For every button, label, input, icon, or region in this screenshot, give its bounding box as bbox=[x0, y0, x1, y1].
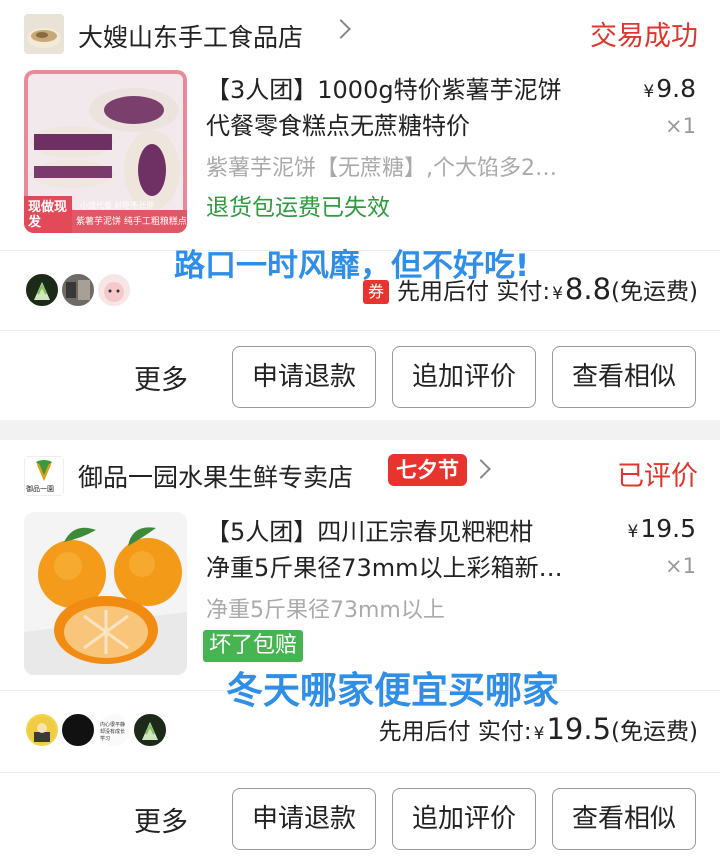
price-value: 9.8 bbox=[656, 74, 696, 103]
pay-suffix: (免运费) bbox=[611, 719, 698, 745]
pay-suffix: (免运费) bbox=[611, 279, 698, 305]
avatar bbox=[24, 712, 60, 748]
shop-header[interactable]: 大嫂山东手工食品店 交易成功 bbox=[0, 0, 720, 70]
product-quantity: ×1 bbox=[665, 114, 696, 138]
view-similar-button[interactable]: 查看相似 bbox=[552, 788, 696, 850]
refund-button[interactable]: 申请退款 bbox=[232, 346, 376, 408]
order-status: 已评价 bbox=[617, 461, 698, 492]
product-spec: 净重5斤果径73mm以上 bbox=[206, 598, 445, 623]
currency-symbol: ¥ bbox=[643, 82, 655, 102]
divider bbox=[0, 330, 720, 331]
shop-avatar[interactable]: 御品一園 bbox=[24, 456, 64, 496]
chevron-right-icon[interactable] bbox=[331, 19, 351, 39]
currency-symbol: ¥ bbox=[533, 724, 545, 744]
product-title-line1: 【3人团】1000g特价紫薯芋泥饼 bbox=[206, 76, 562, 104]
more-button[interactable]: 更多 bbox=[134, 358, 188, 397]
order-card: 御品一園 御品一园水果生鲜专卖店 七夕节 已评价 【5人团】四川正宗春见粑粑柑 … bbox=[0, 440, 720, 866]
add-review-button[interactable]: 追加评价 bbox=[392, 346, 536, 408]
shop-avatar[interactable] bbox=[24, 14, 64, 54]
avatar bbox=[96, 272, 132, 308]
guarantee-badge: 坏了包赔 bbox=[203, 630, 304, 662]
product-title-line2: 代餐零食糕点无蔗糖特价 bbox=[206, 112, 470, 140]
chevron-right-icon[interactable] bbox=[471, 459, 491, 479]
pay-amount: 8.8 bbox=[564, 272, 612, 306]
avatar-text: 内心很平静 却没有成长学习 bbox=[100, 722, 126, 742]
shop-logo-text: 御品一園 bbox=[26, 485, 54, 493]
refund-button[interactable]: 申请退款 bbox=[232, 788, 376, 850]
pay-prefix: 先用后付 实付: bbox=[397, 279, 551, 305]
avatar bbox=[132, 712, 168, 748]
product-price: ¥19.5 bbox=[628, 514, 697, 543]
pay-amount: 19.5 bbox=[546, 712, 612, 746]
currency-symbol: ¥ bbox=[552, 284, 563, 304]
more-button[interactable]: 更多 bbox=[134, 800, 188, 839]
group-avatars[interactable]: 内心很平静 却没有成长学习 bbox=[24, 712, 168, 748]
avatar bbox=[60, 272, 96, 308]
group-avatars[interactable] bbox=[24, 272, 134, 308]
product-title[interactable]: 【3人团】1000g特价紫薯芋泥饼 代餐零食糕点无蔗糖特价 bbox=[206, 72, 606, 144]
overlay-caption: 冬天哪家便宜买哪家 bbox=[225, 668, 560, 713]
shop-name[interactable]: 大嫂山东手工食品店 bbox=[78, 18, 303, 54]
shop-name[interactable]: 御品一园水果生鲜专卖店 bbox=[78, 458, 353, 494]
view-similar-button[interactable]: 查看相似 bbox=[552, 346, 696, 408]
currency-symbol: ¥ bbox=[627, 522, 639, 542]
product-price: ¥9.8 bbox=[643, 74, 696, 103]
coupon-badge: 券 bbox=[363, 280, 390, 304]
order-card: 大嫂山东手工食品店 交易成功 现做现发 紫薯芋泥饼 纯手工粗粮糕点 小饿代餐 好… bbox=[0, 0, 720, 420]
avatar: 内心很平静 却没有成长学习 bbox=[96, 712, 132, 748]
product-title-line2: 净重5斤果径73mm以上彩箱新… bbox=[206, 554, 563, 582]
thumb-banner: 紫薯芋泥饼 纯手工粗粮糕点 bbox=[76, 217, 187, 227]
payment-summary: 先用后付 实付: ¥19.5(免运费) bbox=[379, 712, 698, 746]
divider bbox=[0, 772, 720, 773]
payment-summary: 券先用后付 实付: ¥8.8(免运费) bbox=[363, 272, 698, 306]
product-title-line1: 【5人团】四川正宗春见粑粑柑 bbox=[206, 518, 534, 546]
product-spec: 紫薯芋泥饼【无蔗糖】,个大馅多2… bbox=[206, 156, 557, 181]
product-quantity: ×1 bbox=[665, 554, 696, 578]
festival-badge: 七夕节 bbox=[388, 454, 467, 486]
avatar bbox=[24, 272, 60, 308]
thumb-badge: 现做现发 bbox=[28, 200, 68, 230]
product-image[interactable] bbox=[24, 512, 187, 675]
price-value: 19.5 bbox=[640, 514, 696, 543]
product-image[interactable]: 现做现发 紫薯芋泥饼 纯手工粗粮糕点 小饿代餐 好吃不长胖 bbox=[24, 70, 187, 233]
thumb-sub: 小饿代餐 好吃不长胖 bbox=[80, 201, 155, 210]
pay-prefix: 先用后付 实付: bbox=[378, 719, 532, 745]
avatar bbox=[60, 712, 96, 748]
product-title[interactable]: 【5人团】四川正宗春见粑粑柑 净重5斤果径73mm以上彩箱新… bbox=[206, 514, 606, 586]
order-status: 交易成功 bbox=[590, 21, 698, 52]
add-review-button[interactable]: 追加评价 bbox=[392, 788, 536, 850]
shop-header[interactable]: 御品一園 御品一园水果生鲜专卖店 七夕节 已评价 bbox=[0, 440, 720, 510]
return-shipping-note: 退货包运费已失效 bbox=[206, 195, 390, 221]
